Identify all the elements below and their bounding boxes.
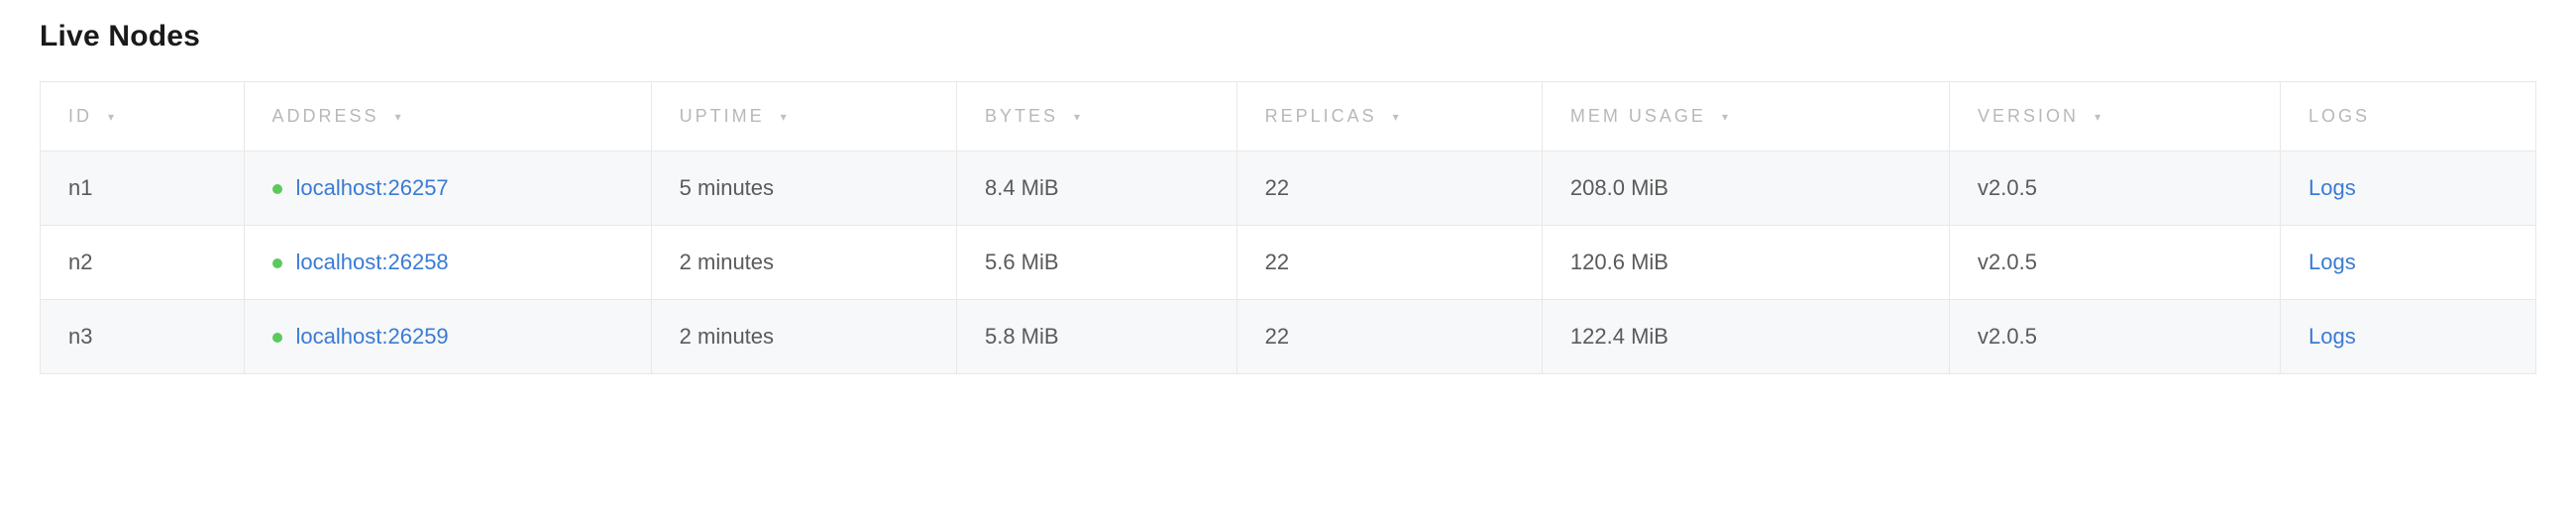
logs-link[interactable]: Logs [2308,175,2356,200]
column-header-bytes[interactable]: BYTES ▾ [957,82,1237,152]
cell-version: v2.0.5 [1950,300,2281,373]
column-label: BYTES [985,106,1058,126]
cell-address: localhost:26257 [245,152,652,226]
cell-replicas: 22 [1237,226,1543,300]
cell-bytes: 8.4 MiB [957,152,1237,226]
sort-caret-icon: ▾ [395,110,404,124]
cell-replicas: 22 [1237,152,1543,226]
column-header-mem[interactable]: MEM USAGE ▾ [1543,82,1950,152]
column-label: ADDRESS [272,106,379,126]
table-row: n2 localhost:26258 2 minutes 5.6 MiB 22 … [41,226,2535,300]
cell-version: v2.0.5 [1950,152,2281,226]
cell-version: v2.0.5 [1950,226,2281,300]
column-header-logs: LOGS [2281,82,2535,152]
cell-bytes: 5.8 MiB [957,300,1237,373]
cell-logs: Logs [2281,152,2535,226]
cell-address: localhost:26258 [245,226,652,300]
address-link[interactable]: localhost:26259 [296,324,449,349]
cell-address: localhost:26259 [245,300,652,373]
table-header-row: ID ▾ ADDRESS ▾ UPTIME ▾ BYTES ▾ REPLICAS… [41,82,2535,152]
column-label: REPLICAS [1265,106,1377,126]
table-row: n1 localhost:26257 5 minutes 8.4 MiB 22 … [41,152,2535,226]
column-label: VERSION [1978,106,2079,126]
cell-id: n2 [41,226,245,300]
column-header-uptime[interactable]: UPTIME ▾ [652,82,957,152]
cell-uptime: 2 minutes [652,300,957,373]
cell-uptime: 2 minutes [652,226,957,300]
sort-caret-icon: ▾ [2094,110,2103,124]
nodes-table: ID ▾ ADDRESS ▾ UPTIME ▾ BYTES ▾ REPLICAS… [40,81,2536,374]
status-dot-icon [272,184,282,194]
sort-caret-icon: ▾ [108,110,117,124]
logs-link[interactable]: Logs [2308,324,2356,349]
sort-caret-icon: ▾ [781,110,790,124]
cell-mem: 122.4 MiB [1543,300,1950,373]
column-header-replicas[interactable]: REPLICAS ▾ [1237,82,1543,152]
column-label: MEM USAGE [1570,106,1706,126]
status-dot-icon [272,333,282,343]
column-header-version[interactable]: VERSION ▾ [1950,82,2281,152]
column-label: ID [68,106,92,126]
column-header-address[interactable]: ADDRESS ▾ [245,82,652,152]
cell-replicas: 22 [1237,300,1543,373]
cell-mem: 208.0 MiB [1543,152,1950,226]
cell-logs: Logs [2281,300,2535,373]
sort-caret-icon: ▾ [1074,110,1083,124]
cell-uptime: 5 minutes [652,152,957,226]
sort-caret-icon: ▾ [1722,110,1731,124]
page-title: Live Nodes [40,20,2536,53]
column-label: UPTIME [680,106,765,126]
cell-id: n3 [41,300,245,373]
address-link[interactable]: localhost:26257 [296,175,449,200]
cell-bytes: 5.6 MiB [957,226,1237,300]
column-label: LOGS [2308,106,2370,126]
column-header-id[interactable]: ID ▾ [41,82,245,152]
logs-link[interactable]: Logs [2308,250,2356,274]
cell-id: n1 [41,152,245,226]
status-dot-icon [272,258,282,268]
cell-mem: 120.6 MiB [1543,226,1950,300]
sort-caret-icon: ▾ [1393,110,1402,124]
table-row: n3 localhost:26259 2 minutes 5.8 MiB 22 … [41,300,2535,373]
address-link[interactable]: localhost:26258 [296,250,449,274]
cell-logs: Logs [2281,226,2535,300]
